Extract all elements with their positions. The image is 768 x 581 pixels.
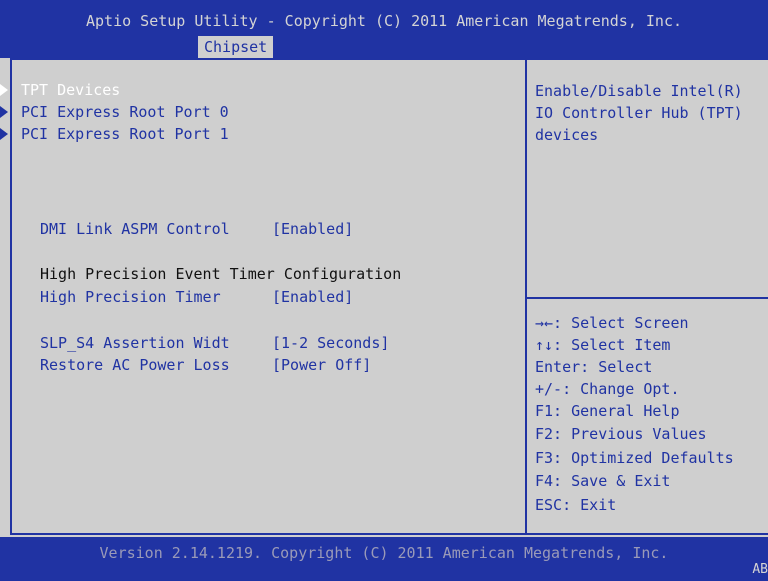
submenu-arrow-icon: [0, 128, 8, 140]
submenu-arrow-icon: [0, 106, 8, 118]
restore-ac-power-loss-value[interactable]: [Power Off]: [272, 355, 371, 375]
help-description-line: Enable/Disable Intel(R): [535, 82, 743, 100]
key-help-previous-values: F2: Previous Values: [535, 425, 707, 443]
high-precision-timer-value[interactable]: [Enabled]: [272, 287, 353, 307]
help-description-line: IO Controller Hub (TPT): [535, 104, 743, 122]
key-help-save-exit: F4: Save & Exit: [535, 472, 671, 490]
footer-corner-text: AB: [752, 562, 768, 577]
page-title: Aptio Setup Utility - Copyright (C) 2011…: [85, 12, 683, 30]
key-help-general-help: F1: General Help: [535, 402, 680, 420]
dmi-link-aspm-value[interactable]: [Enabled]: [272, 219, 353, 239]
panel-divider-horizontal: [527, 297, 768, 299]
submenu-tpt-devices[interactable]: TPT Devices: [21, 80, 120, 100]
submenu-pci-express-root-port-0[interactable]: PCI Express Root Port 0: [21, 102, 229, 122]
restore-ac-power-loss-label[interactable]: Restore AC Power Loss: [40, 355, 230, 375]
tab-chipset[interactable]: Chipset: [198, 36, 274, 58]
key-help-select-screen: →←: Select Screen: [535, 314, 689, 332]
help-description-line: devices: [535, 126, 599, 144]
key-help-esc-exit: ESC: Exit: [535, 496, 617, 514]
submenu-arrow-icon: [0, 84, 8, 96]
slp-s4-assertion-label[interactable]: SLP_S4 Assertion Widt: [40, 333, 230, 353]
key-help-change-opt: +/-: Change Opt.: [535, 380, 680, 398]
hpet-section-heading: High Precision Event Timer Configuration: [40, 265, 402, 283]
key-help-optimized-defaults: F3: Optimized Defaults: [535, 449, 734, 467]
dmi-link-aspm-label[interactable]: DMI Link ASPM Control: [40, 219, 230, 239]
key-help-select-item: ↑↓: Select Item: [535, 336, 671, 354]
key-help-enter: Enter: Select: [535, 358, 653, 376]
slp-s4-assertion-value[interactable]: [1-2 Seconds]: [272, 333, 389, 353]
high-precision-timer-label[interactable]: High Precision Timer: [40, 287, 221, 307]
footer-version-text: Version 2.14.1219. Copyright (C) 2011 Am…: [99, 544, 669, 562]
submenu-pci-express-root-port-1[interactable]: PCI Express Root Port 1: [21, 124, 229, 144]
